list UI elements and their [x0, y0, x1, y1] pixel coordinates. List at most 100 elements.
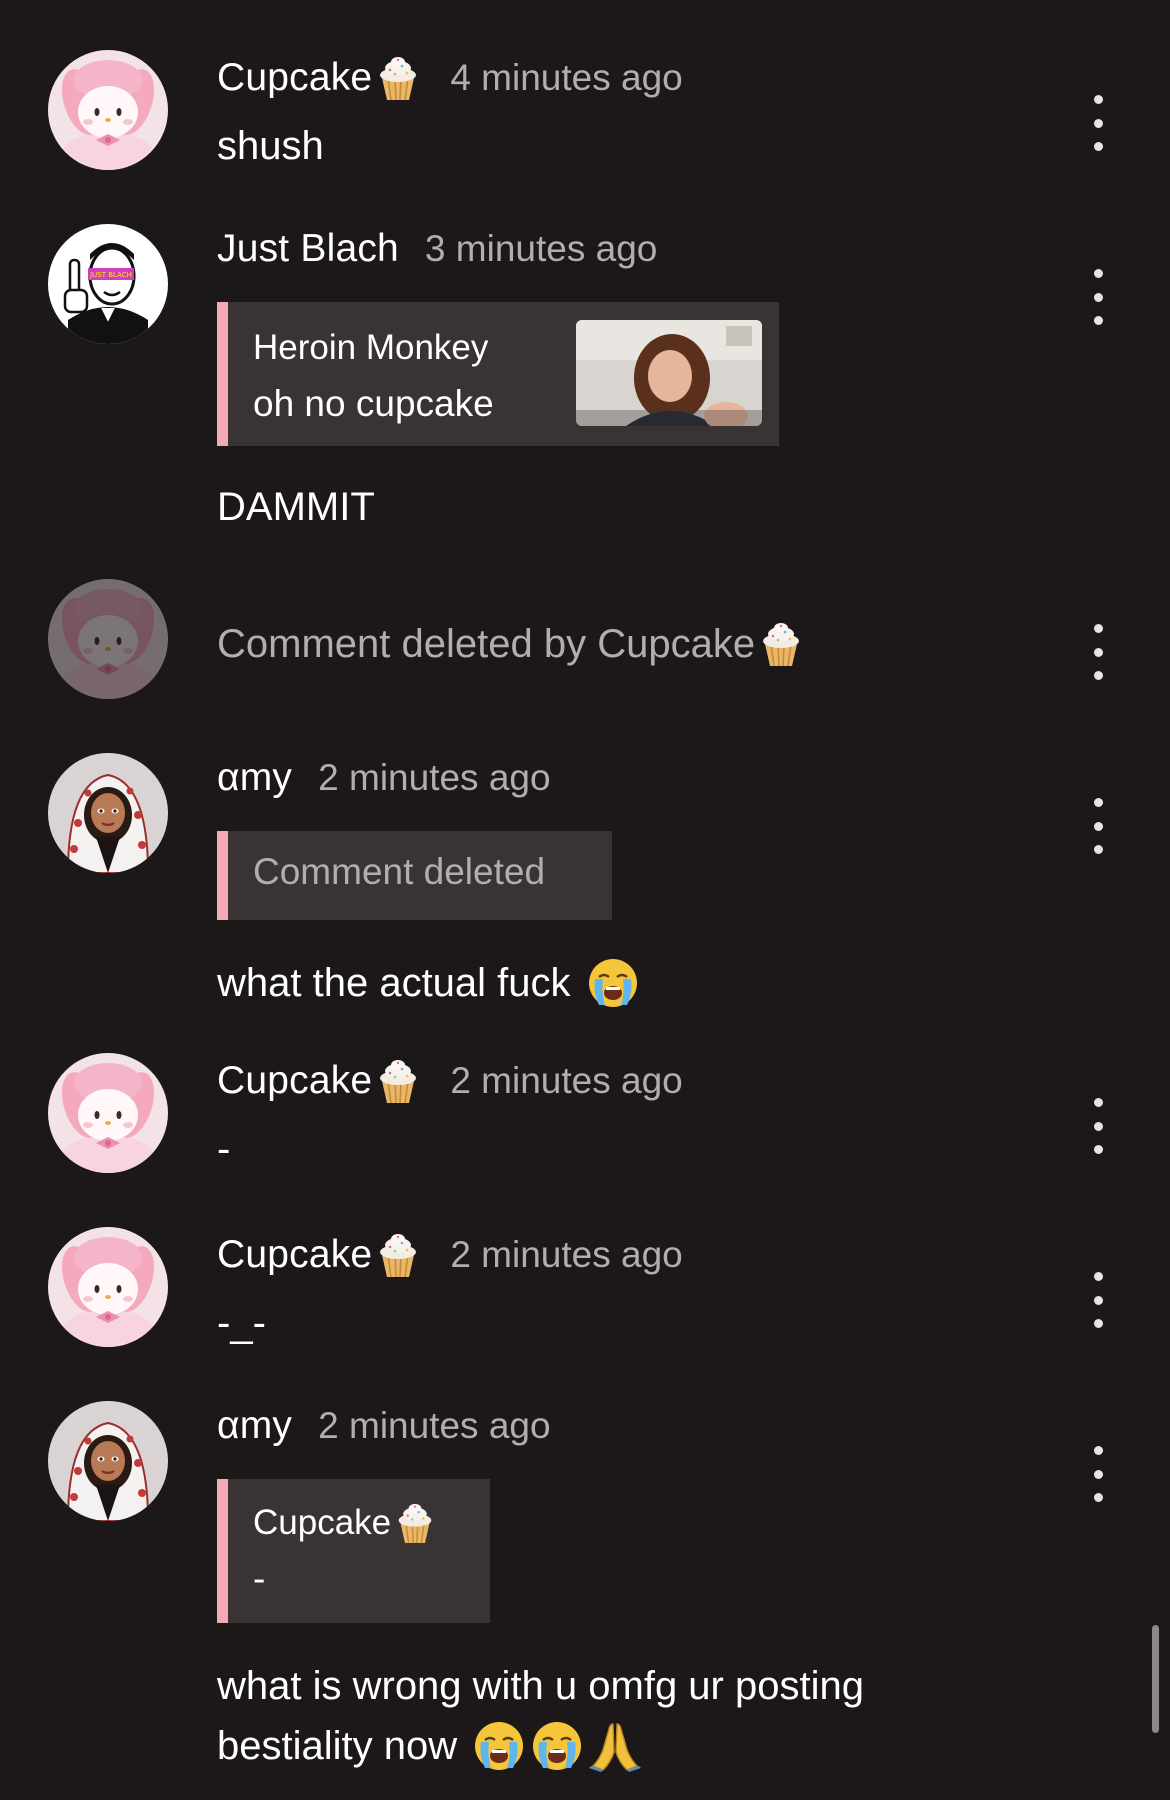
dot-icon [1093, 1493, 1103, 1502]
comment-content: Cupcake 2 minutes ago -_- [217, 1227, 1060, 1353]
dot-icon [1093, 1121, 1103, 1131]
avatar[interactable] [48, 224, 168, 344]
more-options-button[interactable] [1084, 269, 1112, 325]
quote-text: - [253, 1558, 266, 1599]
avatar[interactable] [48, 753, 168, 873]
comment-text: - [217, 1127, 231, 1171]
dot-icon [1093, 647, 1103, 657]
comment-text-block: what is wrong with u omfg ur posting bes… [217, 1656, 1060, 1776]
username[interactable]: Cupcake [217, 1059, 372, 1103]
quote-body: Cupcake - [253, 1495, 435, 1607]
deleted-text: Comment deleted by Cupcake [217, 621, 756, 666]
cupcake-icon [759, 620, 803, 668]
dot-icon [1093, 292, 1103, 302]
timestamp: 2 minutes ago [450, 1060, 683, 1101]
dot-icon [1093, 624, 1103, 633]
quote-thumbnail [576, 320, 762, 426]
cartoon-girl-avatar-icon [48, 1401, 168, 1521]
dot-icon [1093, 118, 1103, 128]
more-options-button[interactable] [1084, 95, 1112, 151]
username[interactable]: Cupcake [217, 1233, 372, 1277]
quote-author: Heroin Monkey [253, 328, 489, 367]
loudly-crying-face-icon [473, 1720, 525, 1772]
pink-bunny-plush-avatar-icon [48, 50, 168, 170]
username[interactable]: Cupcake [217, 56, 372, 100]
comment-text-row: what the actual fuck [217, 953, 1060, 1013]
comment-content: Comment deleted by Cupcake [217, 614, 1060, 674]
username[interactable]: Just Blach [217, 227, 399, 271]
comment-text: DAMMIT [217, 485, 375, 529]
timestamp: 2 minutes ago [318, 1405, 551, 1446]
quoted-reply[interactable]: Cupcake - [217, 1479, 490, 1623]
comment-header: Cupcake 2 minutes ago [217, 1227, 1060, 1283]
dot-icon [1093, 845, 1103, 854]
more-options-button[interactable] [1084, 798, 1112, 854]
dot-icon [1093, 798, 1103, 807]
more-options-button[interactable] [1084, 624, 1112, 680]
avatar[interactable] [48, 50, 168, 170]
more-options-button[interactable] [1084, 1446, 1112, 1502]
dot-icon [1093, 1098, 1103, 1107]
timestamp: 2 minutes ago [450, 1234, 683, 1275]
quote-text: oh no cupcake [253, 383, 494, 424]
dot-icon [1093, 1446, 1103, 1455]
comment-header: αmy 2 minutes ago [217, 753, 1060, 803]
comment-text: what the actual fuck [217, 961, 571, 1005]
pink-bunny-plush-avatar-icon [48, 1053, 168, 1173]
dot-icon [1093, 1145, 1103, 1154]
meme-guy-avatar-icon [48, 224, 168, 344]
timestamp: 3 minutes ago [424, 228, 658, 269]
quoted-reply[interactable]: Comment deleted [217, 831, 612, 920]
avatar[interactable] [48, 1401, 168, 1521]
deleted-notice: Comment deleted by Cupcake [217, 614, 1060, 674]
comment-text: shush [217, 124, 324, 168]
timestamp: 4 minutes ago [450, 57, 683, 98]
cupcake-icon [376, 54, 420, 102]
dot-icon [1093, 316, 1103, 325]
pink-bunny-plush-avatar-icon [48, 1227, 168, 1347]
quote-author: Cupcake [253, 1503, 392, 1542]
comment-text-line-2: bestiality now [217, 1724, 458, 1768]
pink-bunny-plush-avatar-icon [48, 579, 168, 699]
more-options-button[interactable] [1084, 1272, 1112, 1328]
timestamp: 2 minutes ago [318, 757, 551, 798]
avatar[interactable] [48, 1053, 168, 1173]
dot-icon [1093, 95, 1103, 104]
username[interactable]: αmy [217, 756, 292, 800]
dot-icon [1093, 671, 1103, 680]
cartoon-girl-avatar-icon [48, 753, 168, 873]
cupcake-icon [376, 1231, 420, 1279]
quote-deleted-text: Comment deleted [253, 851, 546, 892]
dot-icon [1093, 821, 1103, 831]
comment-text: -_- [217, 1301, 266, 1345]
cupcake-icon [376, 1057, 420, 1105]
dot-icon [1093, 1295, 1103, 1305]
quote-body: Heroin Monkey oh no cupcake [253, 320, 494, 432]
scrollbar[interactable] [1152, 1625, 1159, 1733]
quote-author-row: Cupcake [253, 1495, 435, 1551]
avatar[interactable] [48, 579, 168, 699]
comment-content: αmy 2 minutes ago Cupcake - what is wron… [217, 1401, 1060, 1776]
username[interactable]: αmy [217, 1404, 292, 1448]
selfie-photo-icon [576, 320, 762, 426]
dot-icon [1093, 269, 1103, 278]
dot-icon [1093, 1272, 1103, 1281]
comment-header: Just Blach 3 minutes ago [217, 224, 1060, 274]
loudly-crying-face-icon [531, 1720, 583, 1772]
more-options-button[interactable] [1084, 1098, 1112, 1154]
comment-header: αmy 2 minutes ago [217, 1401, 1060, 1451]
comment-text-line-2-row: bestiality now [217, 1716, 1060, 1776]
comment-content: αmy 2 minutes ago Comment deleted what t… [217, 753, 1060, 1013]
comment-content: Cupcake 4 minutes ago shush [217, 50, 1060, 176]
avatar[interactable] [48, 1227, 168, 1347]
loudly-crying-face-icon [587, 957, 639, 1009]
quoted-reply[interactable]: Heroin Monkey oh no cupcake [217, 302, 779, 446]
comment-text-line-1: what is wrong with u omfg ur posting [217, 1664, 864, 1708]
comment-content: Just Blach 3 minutes ago Heroin Monkey o… [217, 224, 1060, 537]
comment-header: Cupcake 2 minutes ago [217, 1053, 1060, 1109]
dot-icon [1093, 142, 1103, 151]
cupcake-icon [395, 1501, 435, 1545]
dot-icon [1093, 1319, 1103, 1328]
comment-header: Cupcake 4 minutes ago [217, 50, 1060, 106]
dot-icon [1093, 1469, 1103, 1479]
